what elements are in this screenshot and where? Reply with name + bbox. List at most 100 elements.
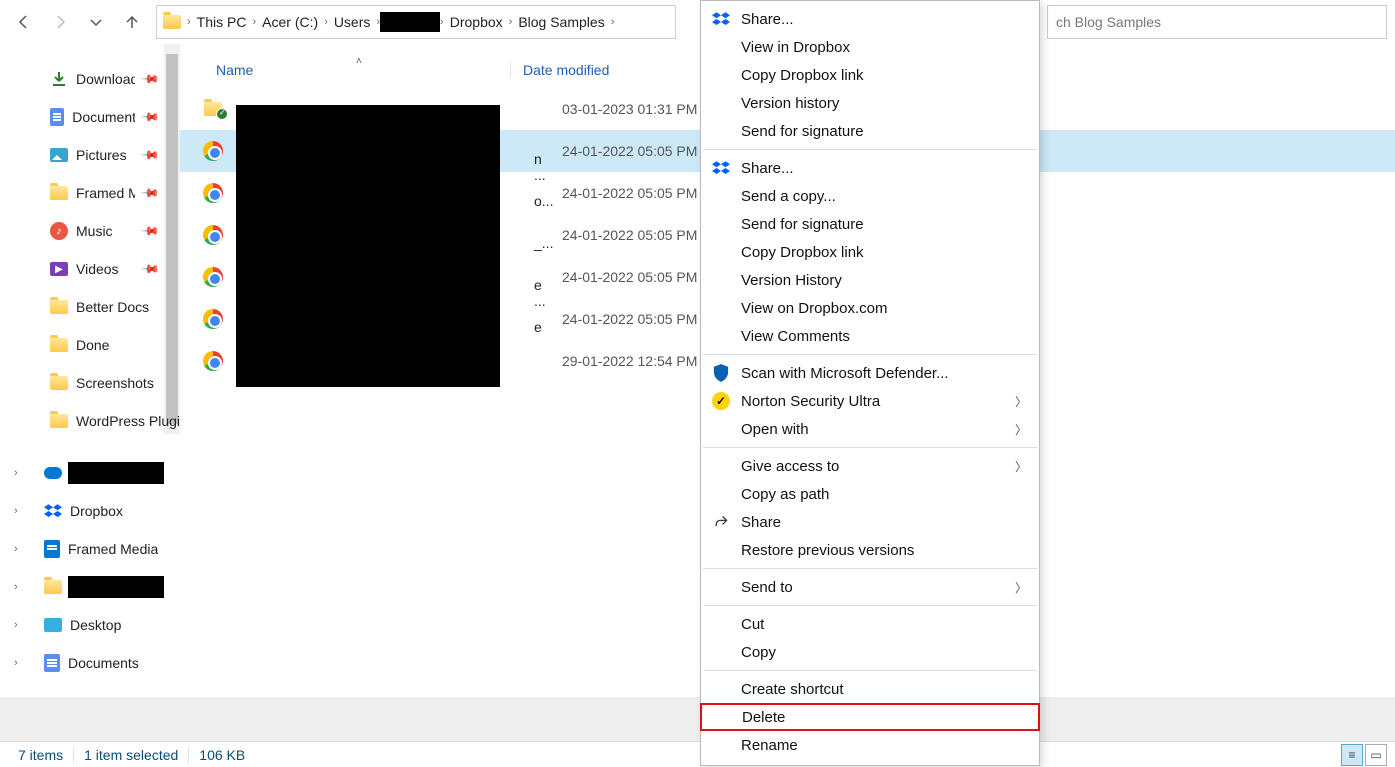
sidebar-item-framed-media-tree[interactable]: › Framed Media — [0, 530, 180, 568]
sidebar-item-label: Dropbox — [70, 503, 123, 519]
context-menu-delete[interactable]: Delete — [700, 703, 1040, 731]
file-date: 03-01-2023 01:31 PM — [544, 101, 697, 117]
view-details-button[interactable]: ≡ — [1341, 744, 1363, 766]
context-menu-send-for-signature[interactable]: Send for signature — [701, 210, 1039, 238]
chrome-icon — [202, 309, 224, 329]
context-menu-share[interactable]: Share... — [701, 5, 1039, 33]
recent-dropdown[interactable] — [80, 6, 112, 38]
context-menu-view-comments[interactable]: View Comments — [701, 322, 1039, 350]
context-menu-copy[interactable]: Copy — [701, 638, 1039, 666]
context-menu-norton-security-ultra[interactable]: ✓Norton Security Ultra〉 — [701, 387, 1039, 415]
sidebar-item-pictures[interactable]: Pictures 📌 — [0, 136, 180, 174]
context-menu-separator — [703, 568, 1037, 569]
sidebar-item-framed-media[interactable]: Framed Media 📌 — [0, 174, 180, 212]
forward-button[interactable] — [44, 6, 76, 38]
context-menu-label: View Comments — [741, 328, 850, 345]
context-menu-send-for-signature[interactable]: Send for signature — [701, 117, 1039, 145]
submenu-arrow-icon: 〉 — [1015, 458, 1027, 475]
context-menu-label: Send for signature — [741, 216, 864, 233]
context-menu-send-to[interactable]: Send to〉 — [701, 573, 1039, 601]
context-menu-label: Rename — [741, 737, 798, 754]
context-menu-share[interactable]: Share... — [701, 154, 1039, 182]
context-menu-scan-with-microsoft-defender[interactable]: Scan with Microsoft Defender... — [701, 359, 1039, 387]
pin-icon: 📌 — [140, 259, 160, 279]
crumb-this-pc[interactable]: This PC — [191, 14, 253, 30]
context-menu-label: Cut — [741, 616, 764, 633]
file-date: 24-01-2022 05:05 PM — [544, 227, 697, 243]
sidebar-item-wordpress[interactable]: WordPress Plugins — [0, 402, 180, 440]
context-menu-label: Copy as path — [741, 486, 829, 503]
sidebar-item-label: Videos — [76, 261, 119, 277]
breadcrumb[interactable]: › This PC› Acer (C:)› Users› › Dropbox› … — [156, 5, 676, 39]
sidebar-item-screenshots[interactable]: Screenshots — [0, 364, 180, 402]
context-menu-share[interactable]: Share — [701, 508, 1039, 536]
document-icon — [44, 654, 60, 672]
sidebar-item-label: Framed Media — [76, 185, 135, 201]
back-button[interactable] — [8, 6, 40, 38]
context-menu-view-on-dropbox-com[interactable]: View on Dropbox.com — [701, 294, 1039, 322]
expand-icon[interactable]: › — [14, 505, 18, 517]
context-menu-copy-dropbox-link[interactable]: Copy Dropbox link — [701, 61, 1039, 89]
file-date: 24-01-2022 05:05 PM — [544, 311, 697, 327]
view-large-button[interactable]: ▭ — [1365, 744, 1387, 766]
up-button[interactable] — [116, 6, 148, 38]
context-menu-label: Share... — [741, 160, 794, 177]
sidebar-item-documents[interactable]: Documents 📌 — [0, 98, 180, 136]
context-menu-label: Send a copy... — [741, 188, 836, 205]
expand-icon[interactable]: › — [14, 657, 18, 669]
share-icon — [711, 514, 731, 530]
context-menu-label: Copy — [741, 644, 776, 661]
expand-icon[interactable]: › — [14, 467, 18, 479]
expand-icon[interactable]: › — [14, 581, 18, 593]
context-menu-give-access-to[interactable]: Give access to〉 — [701, 452, 1039, 480]
dropbox-icon — [44, 504, 62, 518]
folder-icon — [163, 15, 181, 29]
document-icon — [50, 108, 64, 126]
folder-sync-icon — [202, 102, 224, 116]
crumb-drive[interactable]: Acer (C:) — [256, 14, 324, 30]
context-menu-label: Create shortcut — [741, 681, 844, 698]
crumb-blog-samples[interactable]: Blog Samples — [512, 14, 610, 30]
context-menu-rename[interactable]: Rename — [701, 731, 1039, 759]
sidebar-item-label: Better Docs — [76, 299, 149, 315]
context-menu-copy-as-path[interactable]: Copy as path — [701, 480, 1039, 508]
context-menu-restore-previous-versions[interactable]: Restore previous versions — [701, 536, 1039, 564]
sidebar-item-redacted[interactable]: › — [0, 568, 180, 606]
sidebar-item-downloads[interactable]: Downloads 📌 — [0, 60, 180, 98]
context-menu-copy-dropbox-link[interactable]: Copy Dropbox link — [701, 238, 1039, 266]
context-menu-label: Share... — [741, 11, 794, 28]
submenu-arrow-icon: 〉 — [1015, 579, 1027, 596]
search-placeholder: ch Blog Samples — [1056, 14, 1161, 30]
column-date[interactable]: Date modified — [510, 62, 710, 78]
sidebar-item-documents-tree[interactable]: › Documents — [0, 644, 180, 682]
context-menu-cut[interactable]: Cut — [701, 610, 1039, 638]
context-menu-label: Delete — [742, 709, 785, 726]
context-menu-create-shortcut[interactable]: Create shortcut — [701, 675, 1039, 703]
monitor-icon — [44, 618, 62, 632]
submenu-arrow-icon: 〉 — [1015, 421, 1027, 438]
sidebar-item-done[interactable]: Done — [0, 326, 180, 364]
pin-icon: 📌 — [140, 107, 160, 127]
expand-icon[interactable]: › — [14, 619, 18, 631]
sidebar-item-onedrive[interactable]: › — [0, 454, 180, 492]
context-menu-open-with[interactable]: Open with〉 — [701, 415, 1039, 443]
sidebar-item-better-docs[interactable]: Better Docs — [0, 288, 180, 326]
context-menu-send-a-copy[interactable]: Send a copy... — [701, 182, 1039, 210]
sidebar-item-desktop[interactable]: › Desktop — [0, 606, 180, 644]
context-menu-label: Norton Security Ultra — [741, 393, 880, 410]
context-menu-version-history[interactable]: Version history — [701, 89, 1039, 117]
expand-icon[interactable]: › — [14, 543, 18, 555]
search-input[interactable]: ch Blog Samples — [1047, 5, 1387, 39]
folder-icon — [50, 186, 68, 200]
crumb-dropbox[interactable]: Dropbox — [444, 14, 509, 30]
crumb-users[interactable]: Users — [328, 14, 377, 30]
column-name[interactable]: Name ˄ — [180, 62, 510, 78]
context-menu-view-in-dropbox[interactable]: View in Dropbox — [701, 33, 1039, 61]
sidebar-item-music[interactable]: ♪ Music 📌 — [0, 212, 180, 250]
chrome-icon — [202, 141, 224, 161]
context-menu-version-history[interactable]: Version History — [701, 266, 1039, 294]
crumb-user-redacted[interactable] — [380, 12, 440, 32]
sidebar-item-videos[interactable]: ▶ Videos 📌 — [0, 250, 180, 288]
sidebar-item-dropbox[interactable]: › Dropbox — [0, 492, 180, 530]
file-date: 29-01-2022 12:54 PM — [544, 353, 697, 369]
